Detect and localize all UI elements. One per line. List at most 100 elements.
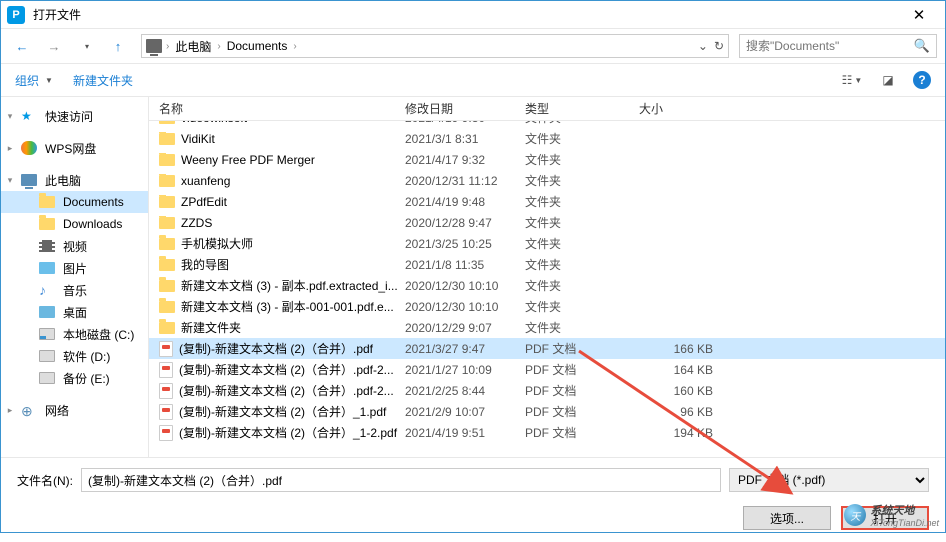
file-type: 文件夹 bbox=[525, 121, 639, 126]
close-button[interactable]: ✕ bbox=[899, 6, 939, 24]
chevron-icon[interactable]: ▾ bbox=[5, 111, 15, 122]
file-type: 文件夹 bbox=[525, 193, 639, 210]
folder-icon bbox=[159, 238, 175, 250]
file-row[interactable]: (复制)-新建文本文档 (2)（合并）.pdf-2...2021/1/27 10… bbox=[149, 359, 945, 380]
sidebar-item[interactable]: 软件 (D:) bbox=[1, 345, 148, 367]
filename-input[interactable] bbox=[81, 468, 721, 492]
sidebar-item[interactable]: 视频 bbox=[1, 235, 148, 257]
file-size: 96 KB bbox=[639, 405, 729, 419]
file-date: 2021/2/9 10:07 bbox=[405, 405, 525, 419]
sidebar-item[interactable]: 备份 (E:) bbox=[1, 367, 148, 389]
address-bar[interactable]: › 此电脑 › Documents › ⌄ ↻ bbox=[141, 34, 729, 58]
file-list[interactable]: videowinsoft2021/4/19 9:30文件夹VidiKit2021… bbox=[149, 121, 945, 443]
file-name: (复制)-新建文本文档 (2)（合并）_1-2.pdf bbox=[179, 424, 397, 441]
preview-pane-button[interactable]: ◪ bbox=[877, 71, 899, 89]
view-mode-button[interactable]: ☷▼ bbox=[841, 71, 863, 89]
help-icon[interactable]: ? bbox=[913, 71, 931, 89]
app-icon: P bbox=[7, 6, 25, 24]
chevron-icon[interactable]: ▸ bbox=[5, 143, 15, 154]
file-type: 文件夹 bbox=[525, 277, 639, 294]
file-date: 2021/3/1 8:31 bbox=[405, 132, 525, 146]
folder-icon bbox=[159, 322, 175, 334]
col-date-header[interactable]: 修改日期 bbox=[405, 100, 525, 117]
file-date: 2021/3/25 10:25 bbox=[405, 237, 525, 251]
refresh-icon[interactable]: ↻ bbox=[714, 39, 724, 53]
file-row[interactable]: Weeny Free PDF Merger2021/4/17 9:32文件夹 bbox=[149, 149, 945, 170]
sidebar-item[interactable]: ▾此电脑 bbox=[1, 169, 148, 191]
options-button[interactable]: 选项... bbox=[743, 506, 831, 530]
file-date: 2021/2/25 8:44 bbox=[405, 384, 525, 398]
file-row[interactable]: videowinsoft2021/4/19 9:30文件夹 bbox=[149, 121, 945, 128]
toolbar: 组织▼ 新建文件夹 ☷▼ ◪ ? bbox=[1, 63, 945, 97]
file-size: 166 KB bbox=[639, 342, 729, 356]
pdf-icon bbox=[159, 425, 173, 441]
sidebar-item[interactable]: ▾★快速访问 bbox=[1, 105, 148, 127]
sidebar-item[interactable]: 本地磁盘 (C:) bbox=[1, 323, 148, 345]
sidebar-item[interactable]: 桌面 bbox=[1, 301, 148, 323]
search-icon[interactable]: 🔍 bbox=[914, 38, 930, 54]
organize-button[interactable]: 组织▼ bbox=[15, 72, 53, 89]
watermark-icon: 天 bbox=[844, 504, 866, 526]
file-name: (复制)-新建文本文档 (2)（合并）.pdf-2... bbox=[179, 361, 394, 378]
chevron-right-icon: › bbox=[293, 41, 296, 52]
file-row[interactable]: 我的导图2021/1/8 11:35文件夹 bbox=[149, 254, 945, 275]
col-name-header[interactable]: 名称 bbox=[149, 100, 405, 117]
folder-icon bbox=[159, 133, 175, 145]
history-dropdown-icon[interactable]: ⌄ bbox=[698, 39, 708, 53]
folder-icon bbox=[159, 259, 175, 271]
pdf-icon bbox=[159, 404, 173, 420]
chevron-icon[interactable]: ▸ bbox=[5, 405, 15, 416]
file-type: 文件夹 bbox=[525, 151, 639, 168]
file-row[interactable]: xuanfeng 2020/12/31 11:12文件夹 bbox=[149, 170, 945, 191]
sidebar-item[interactable]: ▸WPS网盘 bbox=[1, 137, 148, 159]
file-type: 文件夹 bbox=[525, 172, 639, 189]
file-type-filter[interactable]: PDF 文档 (*.pdf) bbox=[729, 468, 929, 492]
file-name: (复制)-新建文本文档 (2)（合并）.pdf bbox=[179, 340, 373, 357]
file-row[interactable]: (复制)-新建文本文档 (2)（合并）.pdf2021/3/27 9:47PDF… bbox=[149, 338, 945, 359]
sidebar-item[interactable]: ♪音乐 bbox=[1, 279, 148, 301]
file-date: 2021/4/19 9:51 bbox=[405, 426, 525, 440]
sidebar-item-label: 音乐 bbox=[63, 282, 87, 299]
new-folder-button[interactable]: 新建文件夹 bbox=[73, 72, 133, 89]
file-row[interactable]: (复制)-新建文本文档 (2)（合并）.pdf-2...2021/2/25 8:… bbox=[149, 380, 945, 401]
file-row[interactable]: VidiKit2021/3/1 8:31文件夹 bbox=[149, 128, 945, 149]
file-name: xuanfeng bbox=[181, 174, 230, 188]
file-type: PDF 文档 bbox=[525, 361, 639, 378]
folder-icon bbox=[159, 301, 175, 313]
folder-icon bbox=[159, 217, 175, 229]
file-row[interactable]: 新建文本文档 (3) - 副本-001-001.pdf.e...2020/12/… bbox=[149, 296, 945, 317]
file-row[interactable]: 手机模拟大师2021/3/25 10:25文件夹 bbox=[149, 233, 945, 254]
up-button[interactable]: ↑ bbox=[105, 33, 131, 59]
chevron-icon[interactable]: ▾ bbox=[5, 175, 15, 186]
file-row[interactable]: 新建文本文档 (3) - 副本.pdf.extracted_i...2020/1… bbox=[149, 275, 945, 296]
chevron-right-icon: › bbox=[217, 41, 220, 52]
pdf-icon bbox=[159, 341, 173, 357]
search-box[interactable]: 🔍 bbox=[739, 34, 937, 58]
search-input[interactable] bbox=[746, 39, 914, 53]
file-row[interactable]: (复制)-新建文本文档 (2)（合并）_1.pdf2021/2/9 10:07P… bbox=[149, 401, 945, 422]
recent-locations-button[interactable]: ▾ bbox=[73, 33, 99, 59]
sidebar-item[interactable]: Documents bbox=[1, 191, 148, 213]
file-type: 文件夹 bbox=[525, 319, 639, 336]
file-row[interactable]: ZPdfEdit2021/4/19 9:48文件夹 bbox=[149, 191, 945, 212]
file-row[interactable]: ZZDS2020/12/28 9:47文件夹 bbox=[149, 212, 945, 233]
back-button[interactable]: ← bbox=[9, 33, 35, 59]
file-name: 新建文件夹 bbox=[181, 319, 241, 336]
breadcrumb-documents[interactable]: Documents bbox=[225, 39, 290, 53]
sidebar-item[interactable]: Downloads bbox=[1, 213, 148, 235]
file-type: PDF 文档 bbox=[525, 424, 639, 441]
file-date: 2020/12/31 11:12 bbox=[405, 174, 525, 188]
sidebar-item-label: Documents bbox=[63, 195, 124, 209]
file-date: 2021/3/27 9:47 bbox=[405, 342, 525, 356]
sidebar-item[interactable]: ▸⊕网络 bbox=[1, 399, 148, 421]
breadcrumb-pc[interactable]: 此电脑 bbox=[173, 38, 213, 55]
sidebar-item-label: 本地磁盘 (C:) bbox=[63, 326, 134, 343]
sidebar-item[interactable]: 图片 bbox=[1, 257, 148, 279]
col-type-header[interactable]: 类型 bbox=[525, 100, 639, 117]
file-row[interactable]: 新建文件夹2020/12/29 9:07文件夹 bbox=[149, 317, 945, 338]
file-row[interactable]: (复制)-新建文本文档 (2)（合并）_1-2.pdf 2021/4/19 9:5… bbox=[149, 422, 945, 443]
forward-button[interactable]: → bbox=[41, 33, 67, 59]
col-size-header[interactable]: 大小 bbox=[639, 100, 729, 117]
pc-icon bbox=[146, 39, 162, 53]
sidebar-item-label: Downloads bbox=[63, 217, 122, 231]
